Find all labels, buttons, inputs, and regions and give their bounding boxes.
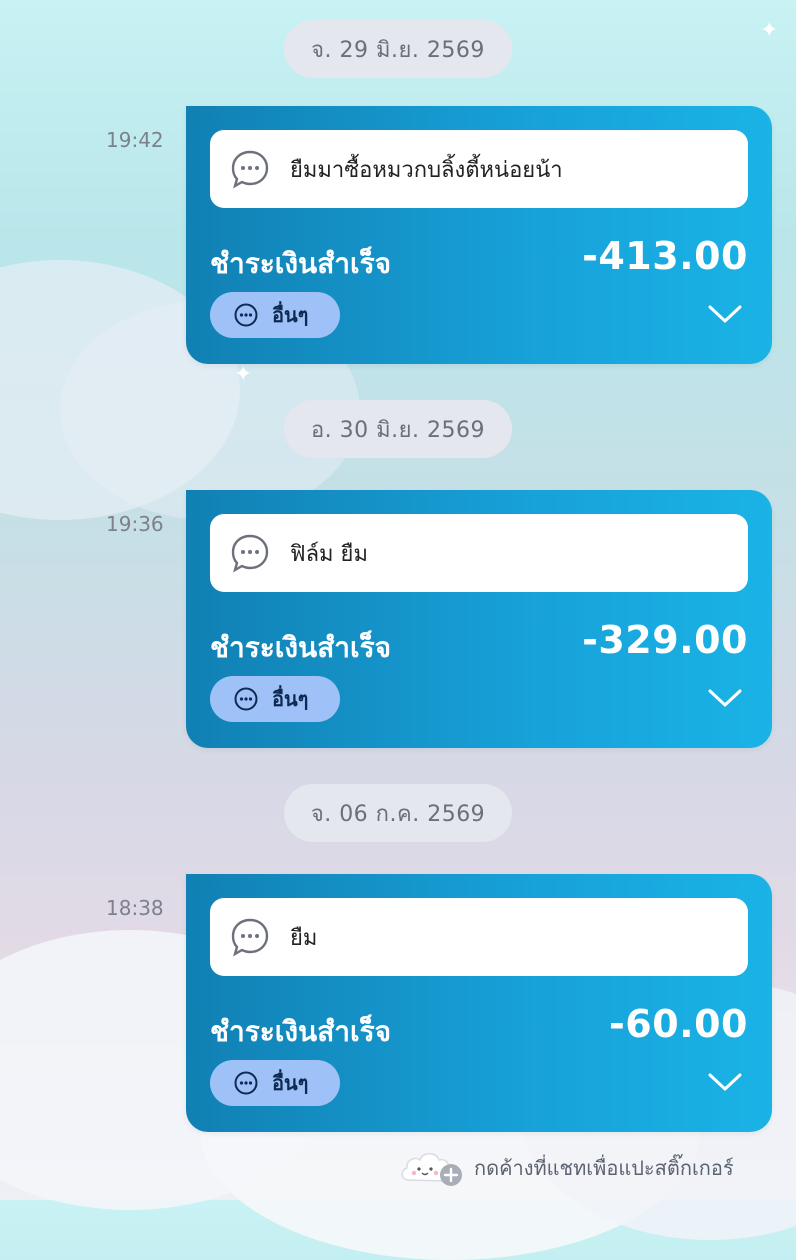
payment-status: ชำระเงินสำเร็จ — [210, 631, 392, 664]
note-text: ยืมมาซื้อหมวกบลิ้งตี้หน่อยน้า — [290, 157, 563, 183]
sticker-hint-text: กดค้างที่แชทเพื่อแปะสติ๊กเกอร์ — [474, 1156, 734, 1180]
date-separator: จ. 06 ก.ค. 2569 — [284, 784, 512, 842]
payment-amount: -329.00 — [582, 618, 748, 662]
category-button[interactable]: อื่นๆ — [210, 292, 340, 338]
chevron-down-icon[interactable] — [708, 688, 742, 708]
category-label: อื่นๆ — [272, 1071, 309, 1095]
payment-card[interactable]: ยืมมาซื้อหมวกบลิ้งตี้หน่อยน้า ชำระเงินสำ… — [186, 106, 772, 364]
payment-card[interactable]: ฟิล์ม ยืม ชำระเงินสำเร็จ -329.00 อื่นๆ — [186, 490, 772, 748]
category-button[interactable]: อื่นๆ — [210, 1060, 340, 1106]
more-dots-icon — [234, 303, 258, 327]
sparkle-icon: ✦ — [760, 18, 779, 43]
chevron-down-icon[interactable] — [708, 304, 742, 324]
chat-bubble-icon — [231, 534, 269, 573]
date-separator: จ. 29 มิ.ย. 2569 — [284, 20, 512, 78]
category-button[interactable]: อื่นๆ — [210, 676, 340, 722]
payment-note: ยืมมาซื้อหมวกบลิ้งตี้หน่อยน้า — [210, 130, 748, 208]
message-time: 18:38 — [106, 896, 164, 920]
sparkle-icon: ✦ — [234, 362, 253, 387]
message-time: 19:42 — [106, 128, 164, 152]
message-time: 19:36 — [106, 512, 164, 536]
more-dots-icon — [234, 687, 258, 711]
chat-bubble-icon — [231, 150, 269, 189]
chat-bubble-icon — [231, 918, 269, 957]
category-label: อื่นๆ — [272, 303, 309, 327]
payment-status: ชำระเงินสำเร็จ — [210, 1015, 392, 1048]
date-separator: อ. 30 มิ.ย. 2569 — [284, 400, 512, 458]
payment-amount: -60.00 — [609, 1002, 748, 1046]
note-text: ฟิล์ม ยืม — [290, 541, 368, 567]
payment-note: ยืม — [210, 898, 748, 976]
category-label: อื่นๆ — [272, 687, 309, 711]
more-dots-icon — [234, 1071, 258, 1095]
payment-note: ฟิล์ม ยืม — [210, 514, 748, 592]
payment-status: ชำระเงินสำเร็จ — [210, 247, 392, 280]
note-text: ยืม — [290, 925, 318, 951]
payment-amount: -413.00 — [582, 234, 748, 278]
chevron-down-icon[interactable] — [708, 1072, 742, 1092]
cloud-sticker-add-icon — [401, 1152, 462, 1186]
payment-card[interactable]: ยืม ชำระเงินสำเร็จ -60.00 อื่นๆ — [186, 874, 772, 1132]
